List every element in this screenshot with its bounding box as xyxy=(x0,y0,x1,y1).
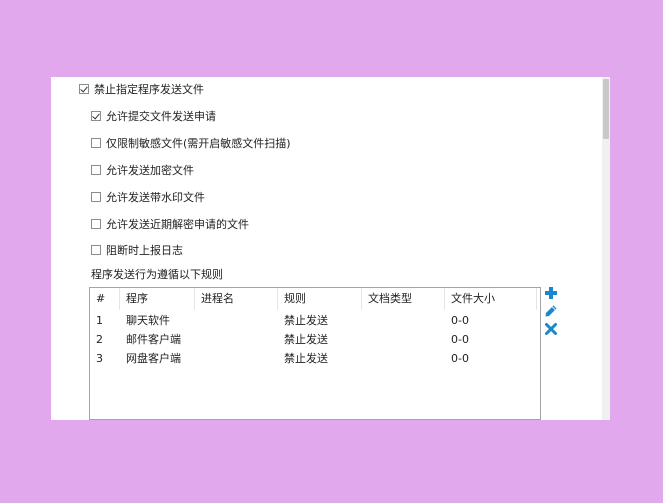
cell-rule: 禁止发送 xyxy=(284,314,328,327)
option-block-program-send[interactable]: 禁止指定程序发送文件 xyxy=(79,81,204,97)
checkbox-allow-encrypted[interactable] xyxy=(91,165,101,175)
column-header-process-name[interactable]: 进程名 xyxy=(195,288,278,310)
close-icon xyxy=(545,323,557,335)
cell-file-size: 0-0 xyxy=(451,352,469,365)
checkbox-block-program-send[interactable] xyxy=(79,84,89,94)
add-rule-button[interactable] xyxy=(543,285,559,301)
cell-doc-type xyxy=(362,311,445,330)
option-label: 仅限制敏感文件(需开启敏感文件扫描) xyxy=(106,137,291,150)
table-header: # 程序 进程名 规则 文档类型 文件大小 xyxy=(90,288,540,310)
column-header-doc-type[interactable]: 文档类型 xyxy=(362,288,445,310)
plus-icon xyxy=(545,287,557,299)
option-label: 允许提交文件发送申请 xyxy=(106,110,216,123)
cell-program: 网盘客户端 xyxy=(126,352,181,365)
option-label: 允许发送带水印文件 xyxy=(106,191,205,204)
vertical-scrollbar[interactable] xyxy=(602,77,610,420)
cell-program: 邮件客户端 xyxy=(126,333,181,346)
column-header-file-size[interactable]: 文件大小 xyxy=(445,288,537,310)
table-row[interactable]: 1 聊天软件 禁止发送 0-0 xyxy=(90,311,540,330)
checkbox-allow-watermarked[interactable] xyxy=(91,192,101,202)
cell-program: 聊天软件 xyxy=(126,314,170,327)
rules-label: 程序发送行为遵循以下规则 xyxy=(91,268,223,281)
settings-panel: 禁止指定程序发送文件 允许提交文件发送申请 仅限制敏感文件(需开启敏感文件扫描)… xyxy=(51,77,610,420)
table-row[interactable]: 2 邮件客户端 禁止发送 0-0 xyxy=(90,330,540,349)
edit-rule-button[interactable] xyxy=(543,303,559,319)
checkbox-report-log-on-block[interactable] xyxy=(91,245,101,255)
option-allow-encrypted[interactable]: 允许发送加密文件 xyxy=(91,162,194,178)
cell-file-size: 0-0 xyxy=(451,314,469,327)
column-header-index[interactable]: # xyxy=(90,288,120,310)
scrollbar-thumb[interactable] xyxy=(603,79,609,139)
option-allow-submit-request[interactable]: 允许提交文件发送申请 xyxy=(91,108,216,124)
option-label: 允许发送近期解密申请的文件 xyxy=(106,218,249,231)
checkbox-allow-submit-request[interactable] xyxy=(91,111,101,121)
cell-process-name xyxy=(195,349,278,368)
cell-rule: 禁止发送 xyxy=(284,333,328,346)
column-header-rule[interactable]: 规则 xyxy=(278,288,362,310)
checkbox-restrict-sensitive-only[interactable] xyxy=(91,138,101,148)
option-restrict-sensitive-only[interactable]: 仅限制敏感文件(需开启敏感文件扫描) xyxy=(91,135,291,151)
option-allow-recent-decrypt[interactable]: 允许发送近期解密申请的文件 xyxy=(91,216,249,232)
pencil-icon xyxy=(545,305,557,317)
cell-index: 1 xyxy=(96,314,103,327)
option-allow-watermarked[interactable]: 允许发送带水印文件 xyxy=(91,189,205,205)
cell-index: 3 xyxy=(96,352,103,365)
cell-doc-type xyxy=(362,330,445,349)
cell-index: 2 xyxy=(96,333,103,346)
column-header-program[interactable]: 程序 xyxy=(120,288,195,310)
cell-file-size: 0-0 xyxy=(451,333,469,346)
option-label: 阻断时上报日志 xyxy=(106,244,183,257)
rules-table[interactable]: # 程序 进程名 规则 文档类型 文件大小 1 聊天软件 禁止发送 0-0 2 … xyxy=(89,287,541,420)
cell-rule: 禁止发送 xyxy=(284,352,328,365)
cell-process-name xyxy=(195,330,278,349)
cell-doc-type xyxy=(362,349,445,368)
delete-rule-button[interactable] xyxy=(543,321,559,337)
table-row[interactable]: 3 网盘客户端 禁止发送 0-0 xyxy=(90,349,540,368)
option-label: 禁止指定程序发送文件 xyxy=(94,83,204,96)
option-report-log-on-block[interactable]: 阻断时上报日志 xyxy=(91,242,183,258)
cell-process-name xyxy=(195,311,278,330)
checkbox-allow-recent-decrypt[interactable] xyxy=(91,219,101,229)
option-label: 允许发送加密文件 xyxy=(106,164,194,177)
